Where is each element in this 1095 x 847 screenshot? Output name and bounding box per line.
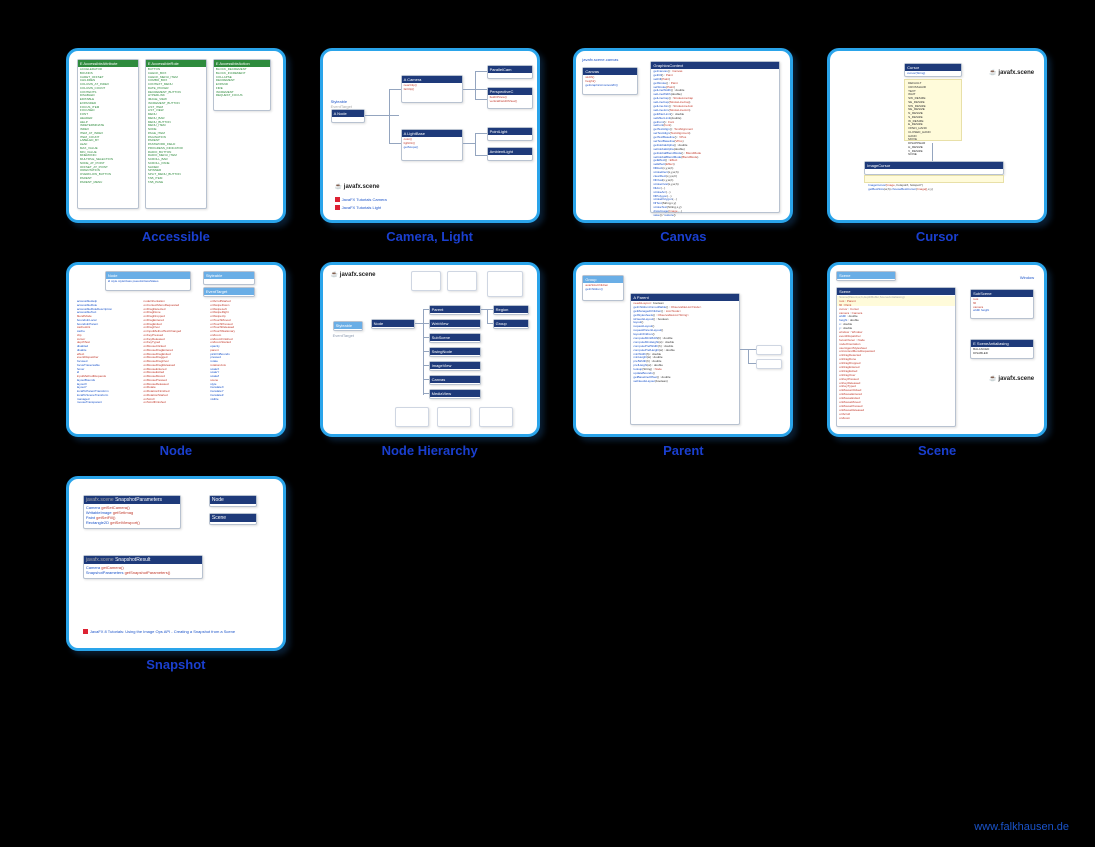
uml-header: SubScene bbox=[971, 290, 1033, 297]
caption-cursor: Cursor bbox=[916, 229, 959, 244]
window-link: Window bbox=[1020, 275, 1034, 280]
uml-header: EventTarget bbox=[204, 288, 254, 295]
tile-parent[interactable]: Group autoSizeChildrengetChildren() A Pa… bbox=[573, 262, 793, 437]
cell-node-hierarchy: ☕ javafx.scene Styleable EventTarget Nod… bbox=[312, 262, 548, 458]
uml-header: E AccessibleAttribute bbox=[78, 60, 138, 67]
tile-canvas[interactable]: javafx.scene.canvas Canvas width()height… bbox=[573, 48, 793, 223]
uml-body: getCanvas() : Canvas getFill() : Paint s… bbox=[651, 69, 779, 219]
footer-link[interactable]: www.falkhausen.de bbox=[974, 821, 1069, 833]
tile-node[interactable]: Node id style styleClass pseudoClassStat… bbox=[66, 262, 286, 437]
cell-parent: Group autoSizeChildrengetChildren() A Pa… bbox=[566, 262, 802, 458]
package-label: ☕ javafx.scene bbox=[989, 69, 1034, 76]
caption-canvas: Canvas bbox=[660, 229, 706, 244]
tile-camera-light[interactable]: A Node StyleableEventTarget A Camera nea… bbox=[320, 48, 540, 223]
tile-node-hierarchy[interactable]: ☕ javafx.scene Styleable EventTarget Nod… bbox=[320, 262, 540, 437]
uml-body: ACCELERATORBOUNDSCARET_OFFSETCHILDRENCOL… bbox=[78, 67, 138, 185]
uml-header: javafx.scene SnapshotResult bbox=[84, 556, 202, 564]
caption-accessible: Accessible bbox=[142, 229, 210, 244]
uml-header: PerspectiveC bbox=[488, 88, 532, 95]
caption-parent: Parent bbox=[663, 443, 703, 458]
package-label: ☕ javafx.scene bbox=[989, 375, 1034, 382]
uml-header: E AccessibleAction bbox=[214, 60, 270, 67]
uml-header: Node bbox=[106, 272, 190, 279]
doc-link: JavaFX Tutorials Camera bbox=[335, 197, 387, 202]
uml-body: BLOCK_DECREMENTBLOCK_INCREMENTCOLLAPSEDE… bbox=[214, 67, 270, 99]
cell-accessible: E AccessibleAttribute ACCELERATORBOUNDSC… bbox=[58, 48, 294, 244]
uml-body: accessibleHelpaccessibleRoleaccessibleRo… bbox=[75, 299, 275, 427]
tile-snapshot[interactable]: javafx.scene SnapshotParameters Camera g… bbox=[66, 476, 286, 651]
caption-node-hierarchy: Node Hierarchy bbox=[382, 443, 478, 458]
cell-node: Node id style styleClass pseudoClassStat… bbox=[58, 262, 294, 458]
uml-header: PointLight bbox=[488, 128, 532, 135]
caption-scene: Scene bbox=[918, 443, 956, 458]
uml-header: A Camera bbox=[402, 76, 462, 83]
uml-header: Canvas bbox=[583, 68, 637, 75]
uml-header: javafx.scene SnapshotParameters bbox=[84, 496, 180, 504]
tile-cursor[interactable]: ☕ javafx.scene Cursor cursor(String) DEF… bbox=[827, 48, 1047, 223]
doc-link: JavaFX 8 Tutorials: Using the Image Ops … bbox=[83, 629, 273, 634]
uml-header: GraphicsContext bbox=[651, 62, 779, 69]
cell-camera-light: A Node StyleableEventTarget A Camera nea… bbox=[312, 48, 548, 244]
thumbnail-grid: E AccessibleAttribute ACCELERATORBOUNDSC… bbox=[0, 0, 1095, 672]
uml-body: BUTTONCHECK_BOXCHECK_MENU_ITEMCOMBO_BOXC… bbox=[146, 67, 206, 185]
uml-header: Group bbox=[583, 276, 623, 283]
uml-header: E AccessibleRole bbox=[146, 60, 206, 67]
uml-header: ParallelCam bbox=[488, 66, 532, 73]
cell-canvas: javafx.scene.canvas Canvas width()height… bbox=[566, 48, 802, 244]
uml-body: needsLayout : boolean getChildrenUnmodif… bbox=[631, 301, 739, 385]
uml-header: Cursor bbox=[905, 64, 961, 71]
tile-scene[interactable]: Scene Scene Scene(Parent,w,h,depthBuffer… bbox=[827, 262, 1047, 437]
cell-cursor: ☕ javafx.scene Cursor cursor(String) DEF… bbox=[819, 48, 1055, 244]
caption-snapshot: Snapshot bbox=[146, 657, 205, 672]
uml-header: Styleable bbox=[204, 272, 254, 279]
uml-header: A LightBase bbox=[402, 130, 462, 137]
package-label: ☕ javafx.scene bbox=[331, 271, 376, 278]
link-styleable: StyleableEventTarget bbox=[331, 99, 352, 109]
pkg-small: javafx.scene.canvas bbox=[582, 57, 618, 62]
uml-header: A Node bbox=[332, 110, 364, 117]
uml-header: ImageCursor bbox=[865, 162, 1003, 169]
uml-header: Scene bbox=[837, 288, 955, 295]
doc-link: JavaFX Tutorials Light bbox=[335, 205, 382, 210]
uml-header: E SceneAntialiasing bbox=[971, 340, 1033, 347]
uml-header: AmbientLight bbox=[488, 148, 532, 155]
cell-snapshot: javafx.scene SnapshotParameters Camera g… bbox=[58, 476, 294, 672]
caption-camera-light: Camera, Light bbox=[386, 229, 473, 244]
tile-accessible[interactable]: E AccessibleAttribute ACCELERATORBOUNDSC… bbox=[66, 48, 286, 223]
package-label: ☕ javafx.scene bbox=[335, 183, 380, 190]
cell-scene: Scene Scene Scene(Parent,w,h,depthBuffer… bbox=[819, 262, 1055, 458]
uml-header: A Parent bbox=[631, 294, 739, 301]
caption-node: Node bbox=[160, 443, 193, 458]
